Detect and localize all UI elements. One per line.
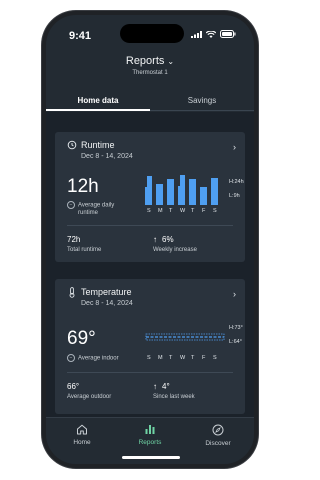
arrow-up-icon: ↑ [153, 235, 157, 244]
thermometer-icon [69, 287, 75, 298]
battery-icon [220, 30, 236, 38]
signal-icon [191, 30, 202, 38]
temperature-date: Dec 8 - 14, 2024 [81, 300, 133, 307]
day-label: T [169, 355, 173, 361]
history-icon [67, 140, 77, 150]
runtime-weekly-stat: ↑ 6% [153, 235, 174, 244]
phone-frame: 9:41 Reports ⌄ Thermostat 1 Home data Sav… [42, 11, 258, 468]
day-label: M [158, 355, 163, 361]
day-label: S [213, 355, 217, 361]
runtime-bar [167, 179, 174, 205]
average-icon: − [67, 201, 75, 209]
device-name: Thermostat 1 [132, 70, 168, 76]
temperature-card[interactable]: Temperature Dec 8 - 14, 2024 › 69° − Aver… [55, 279, 245, 414]
tab-home[interactable]: Home [52, 424, 112, 446]
runtime-bar [189, 179, 196, 205]
compass-icon [212, 424, 224, 436]
runtime-low-label: L:9h [229, 193, 240, 199]
runtime-total-label: Total runtime [67, 247, 102, 253]
tab-savings[interactable]: Savings [150, 91, 254, 110]
runtime-avg-label: − Average daily runtime [67, 201, 114, 217]
bar-chart-icon [145, 425, 155, 434]
runtime-bar [180, 175, 185, 205]
day-label: F [202, 355, 206, 361]
temperature-change-stat: ↑ 4° [153, 382, 170, 391]
page-header[interactable]: Reports ⌄ Thermostat 1 [46, 55, 254, 76]
tab-discover[interactable]: Discover [188, 424, 248, 447]
runtime-date: Dec 8 - 14, 2024 [81, 153, 133, 160]
chevron-down-icon: ⌄ [167, 57, 175, 66]
temperature-outdoor-label: Average outdoor [67, 394, 112, 400]
runtime-title: Runtime [81, 140, 115, 150]
runtime-divider [67, 225, 233, 226]
runtime-bar [200, 187, 207, 205]
day-label: T [191, 208, 195, 214]
page-title[interactable]: Reports ⌄ [46, 55, 254, 67]
tab-discover-label: Discover [205, 440, 231, 447]
temperature-card-header: Temperature Dec 8 - 14, 2024 [67, 287, 133, 307]
wifi-icon [206, 30, 216, 38]
report-tabs: Home data Savings [46, 91, 254, 111]
tab-home-label: Home [73, 439, 91, 446]
chevron-right-icon[interactable]: › [233, 142, 236, 152]
runtime-high-label: H:24h [229, 179, 244, 185]
runtime-total-value: 72h [67, 235, 81, 244]
temperature-outdoor-value: 66° [67, 382, 80, 391]
status-time: 9:41 [69, 30, 92, 42]
temperature-divider [67, 372, 233, 373]
day-label: M [158, 208, 163, 214]
runtime-bar-chart [145, 173, 225, 205]
day-label: T [191, 355, 195, 361]
tab-home-data[interactable]: Home data [46, 91, 150, 111]
home-icon [77, 424, 87, 435]
temperature-low-label: L:64° [229, 339, 242, 345]
day-label: S [213, 208, 217, 214]
day-label: T [169, 208, 173, 214]
day-label: S [147, 355, 151, 361]
temperature-change-label: Since last week [153, 394, 195, 400]
tab-reports-label: Reports [138, 439, 162, 446]
runtime-card[interactable]: Runtime Dec 8 - 14, 2024 › 12h − Average … [55, 132, 245, 262]
runtime-card-header: Runtime Dec 8 - 14, 2024 [67, 140, 133, 160]
status-bar: 9:41 [46, 15, 254, 49]
report-content: Runtime Dec 8 - 14, 2024 › 12h − Average … [46, 112, 254, 417]
runtime-value: 12h [67, 176, 99, 197]
average-icon: − [67, 354, 75, 362]
temperature-change-value: 4° [162, 382, 170, 391]
arrow-up-icon: ↑ [153, 382, 157, 391]
day-label: S [147, 208, 151, 214]
runtime-bar [147, 176, 152, 205]
runtime-weekly-value: 6% [162, 235, 174, 244]
runtime-bar [211, 178, 218, 205]
runtime-avg-line1: Average daily [78, 202, 115, 209]
runtime-weekly-label: Weekly increase [153, 247, 197, 253]
status-icons [191, 30, 236, 38]
chevron-right-icon[interactable]: › [233, 289, 236, 299]
temperature-title: Temperature [81, 287, 132, 297]
home-indicator [122, 456, 180, 459]
temperature-high-label: H:73° [229, 325, 243, 331]
dynamic-island [120, 24, 184, 43]
day-label: F [202, 208, 206, 214]
day-label: W [180, 355, 186, 361]
page-title-text: Reports [125, 55, 165, 67]
temperature-value: 69° [67, 328, 96, 349]
runtime-bar [156, 184, 163, 205]
runtime-avg-line2: runtime [78, 209, 99, 216]
temperature-avg-text: Average indoor [78, 355, 119, 362]
day-label: W [180, 208, 186, 214]
app-screen: 9:41 Reports ⌄ Thermostat 1 Home data Sav… [46, 15, 254, 464]
temperature-avg-label: − Average indoor [67, 354, 119, 363]
temperature-range-chart [145, 333, 225, 341]
tab-reports[interactable]: Reports [120, 424, 180, 446]
